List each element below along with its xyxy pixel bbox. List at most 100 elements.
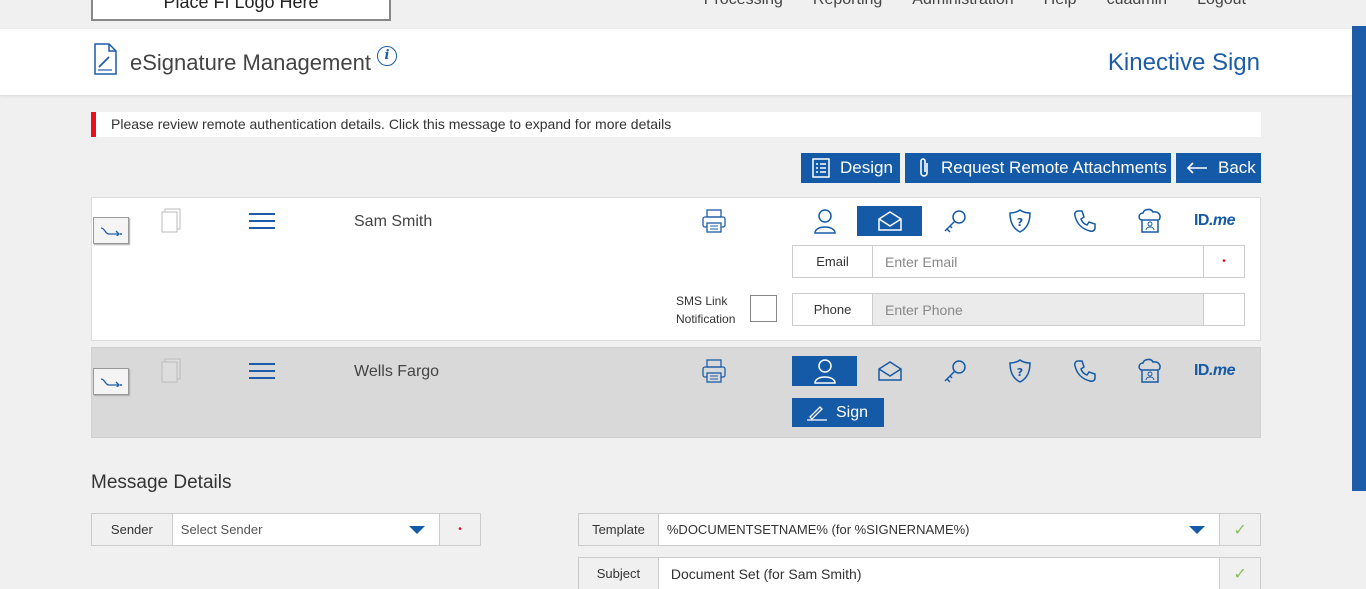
email-label: Email [793,246,873,277]
document-pages-icon [161,208,181,233]
nav-user[interactable]: cuadmin [1107,0,1167,9]
sms-notification-checkbox[interactable] [750,295,777,322]
phone-label: Phone [793,294,873,325]
phone-auth-option[interactable] [1052,206,1117,236]
back-button[interactable]: Back [1176,153,1261,183]
design-button[interactable]: Design [801,153,900,183]
signer-row: Sam Smith ? ID.me Email • [91,197,1261,341]
svg-text:?: ? [1016,366,1022,379]
person-icon [813,359,836,384]
nav-logout[interactable]: Logout [1197,0,1246,9]
template-valid-indicator: ✓ [1219,514,1260,545]
checkmark-icon: ✓ [1233,521,1247,539]
shield-question-icon: ? [1008,209,1031,233]
sender-selected-value: Select Sender [180,522,263,537]
idme-logo: ID.me [1193,362,1236,379]
id-check-auth-option[interactable] [1117,206,1182,236]
email-input[interactable] [873,246,1203,277]
subject-label: Subject [579,558,659,589]
nav-help[interactable]: Help [1044,0,1077,9]
password-auth-option[interactable] [922,356,987,386]
signer-menu-icon[interactable] [249,213,275,229]
nav-processing[interactable]: Processing [704,0,783,9]
info-icon[interactable]: i [377,46,397,66]
document-sign-icon [94,43,117,75]
route-signer-button[interactable] [93,368,129,395]
template-select[interactable]: %DOCUMENTSETNAME% (for %SIGNERNAME%) [659,514,1219,545]
kba-auth-option[interactable]: ? [987,206,1052,236]
phone-side-cell [1203,294,1244,325]
template-selected-value: %DOCUMENTSETNAME% (for %SIGNERNAME%) [666,522,970,537]
cloud-id-icon [1137,208,1161,233]
idme-auth-option[interactable]: ID.me [1182,206,1247,236]
route-signer-button[interactable] [93,217,129,244]
subject-field-group: Subject Document Set (for Sam Smith) ✓ [578,557,1261,589]
signer-name: Sam Smith [354,213,433,230]
main-nav: Processing Reporting Administration Help… [704,0,1246,9]
sender-label: Sender [92,514,173,545]
request-remote-attachments-button[interactable]: Request Remote Attachments [905,153,1171,183]
checkmark-icon: ✓ [1233,565,1247,583]
required-indicator: • [439,514,480,545]
phone-icon [1073,210,1096,232]
password-auth-option[interactable] [922,206,987,236]
email-auth-option[interactable] [857,356,922,386]
subject-valid-indicator: ✓ [1219,558,1260,589]
nav-reporting[interactable]: Reporting [813,0,882,9]
vertical-scrollbar[interactable] [1352,0,1366,589]
page-title: eSignature Management [130,50,371,75]
signer-menu-icon[interactable] [249,363,275,379]
paperclip-icon [920,158,928,177]
sms-label-line1: SMS Link [676,294,728,308]
in-person-auth-option[interactable] [792,206,857,236]
document-pages-icon [161,358,181,383]
nav-administration[interactable]: Administration [912,0,1013,9]
sender-field-group: Sender Select Sender • [91,513,481,546]
sender-select[interactable]: Select Sender [173,514,439,545]
page-header: eSignature Management i Kinective Sign [0,29,1352,96]
design-button-label: Design [840,158,893,177]
required-indicator: • [1203,246,1244,277]
subject-input[interactable]: Document Set (for Sam Smith) [659,558,1219,589]
remote-auth-alert[interactable]: Please review remote authentication deta… [91,112,1261,137]
back-button-label: Back [1218,158,1256,177]
phone-icon [1073,360,1096,382]
in-person-auth-option[interactable] [792,356,857,386]
printer-icon[interactable] [701,358,727,384]
idme-auth-option[interactable]: ID.me [1182,356,1247,386]
email-icon [877,211,902,231]
idme-logo: ID.me [1193,212,1236,229]
sign-button[interactable]: Sign [792,398,884,427]
template-label: Template [579,514,659,545]
arrow-left-icon [1186,162,1207,174]
chevron-down-icon [409,526,426,534]
printer-icon[interactable] [701,208,727,234]
phone-auth-option[interactable] [1052,356,1117,386]
key-icon [943,360,966,383]
brand-name: Kinective Sign [1107,49,1260,76]
template-field-group: Template %DOCUMENTSETNAME% (for %SIGNERN… [578,513,1261,546]
route-arrow-icon [100,226,122,236]
email-field-group: Email • [792,245,1245,278]
signer-row: Wells Fargo ? ID.me Sign [91,347,1261,438]
pen-icon [807,405,827,421]
phone-input[interactable] [873,294,1203,325]
email-auth-option[interactable] [857,206,922,236]
shield-question-icon: ? [1008,359,1031,383]
auth-method-selector: ? ID.me [792,206,1247,236]
sign-button-label: Sign [836,403,869,421]
top-navigation: Place FI Logo Here Processing Reporting … [0,0,1352,29]
scrollbar-thumb[interactable] [1352,26,1366,491]
attach-button-label: Request Remote Attachments [941,158,1167,177]
id-check-auth-option[interactable] [1117,356,1182,386]
route-arrow-icon [100,377,122,387]
fi-logo-placeholder: Place FI Logo Here [91,0,391,21]
email-icon [877,361,902,381]
svg-text:?: ? [1016,216,1022,229]
sms-label-line2: Notification [676,312,736,326]
kba-auth-option[interactable]: ? [987,356,1052,386]
auth-method-selector: ? ID.me [792,356,1247,386]
cloud-id-icon [1137,358,1161,383]
chevron-down-icon [1189,526,1206,534]
list-document-icon [812,158,830,178]
